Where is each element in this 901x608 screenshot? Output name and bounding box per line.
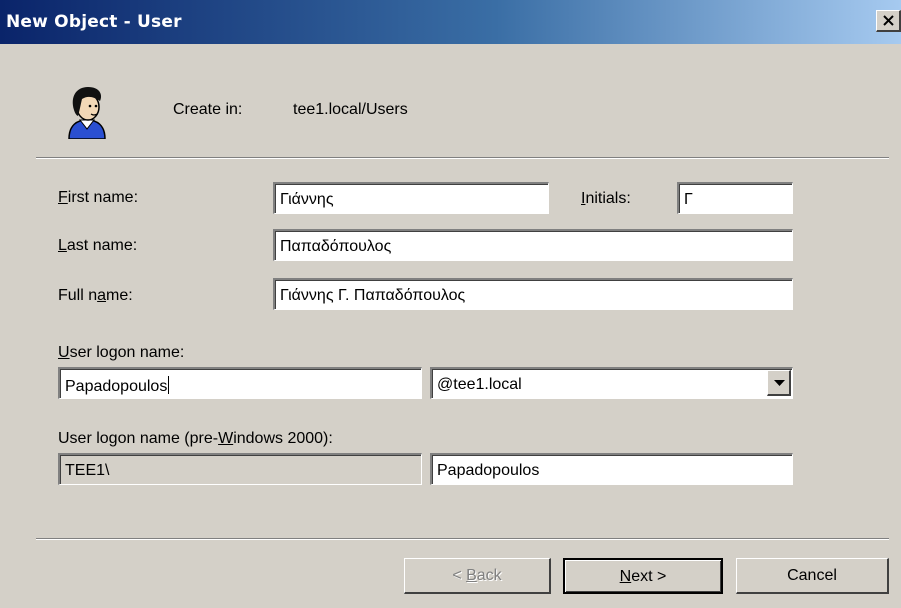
pre2000-label: User logon name (pre-Windows 2000): xyxy=(58,430,333,447)
close-icon xyxy=(883,15,894,26)
new-object-user-dialog: New Object - User Create in: tee1.local/… xyxy=(0,0,901,608)
header-separator xyxy=(36,157,889,159)
title-bar: New Object - User xyxy=(0,0,901,44)
close-button[interactable] xyxy=(876,10,901,32)
full-name-label: Full name: xyxy=(58,287,133,304)
logon-domain-dropdown-button[interactable] xyxy=(767,370,791,396)
chevron-down-icon xyxy=(774,380,785,386)
logon-name-input[interactable]: Papadopoulos xyxy=(58,367,422,399)
create-in-label: Create in: xyxy=(173,101,243,118)
full-name-input[interactable]: Γιάννης Γ. Παπαδόπουλος xyxy=(273,278,793,310)
last-name-input[interactable]: Παπαδόπουλος xyxy=(273,229,793,261)
logon-name-label: User logon name: xyxy=(58,344,185,361)
text-caret xyxy=(168,376,170,394)
user-icon xyxy=(68,87,106,139)
footer-separator xyxy=(36,538,889,540)
logon-domain-value: @tee1.local xyxy=(437,376,522,393)
initials-input[interactable]: Γ xyxy=(677,182,793,214)
back-button[interactable]: < Back xyxy=(404,558,551,594)
cancel-button[interactable]: Cancel xyxy=(736,558,889,594)
create-in-value: tee1.local/Users xyxy=(293,101,408,118)
pre2000-domain-field: TEE1\ xyxy=(58,453,422,485)
last-name-label: Last name: xyxy=(58,237,138,254)
pre2000-logon-input[interactable]: Papadopoulos xyxy=(430,453,793,485)
first-name-label: First name: xyxy=(58,189,139,206)
window-title: New Object - User xyxy=(6,12,182,32)
first-name-input[interactable]: Γιάννης xyxy=(273,182,549,214)
logon-domain-select[interactable]: @tee1.local xyxy=(430,367,793,399)
initials-label: Initials: xyxy=(581,190,631,207)
next-button[interactable]: Next > xyxy=(563,558,723,594)
logon-name-value: Papadopoulos xyxy=(65,378,168,395)
